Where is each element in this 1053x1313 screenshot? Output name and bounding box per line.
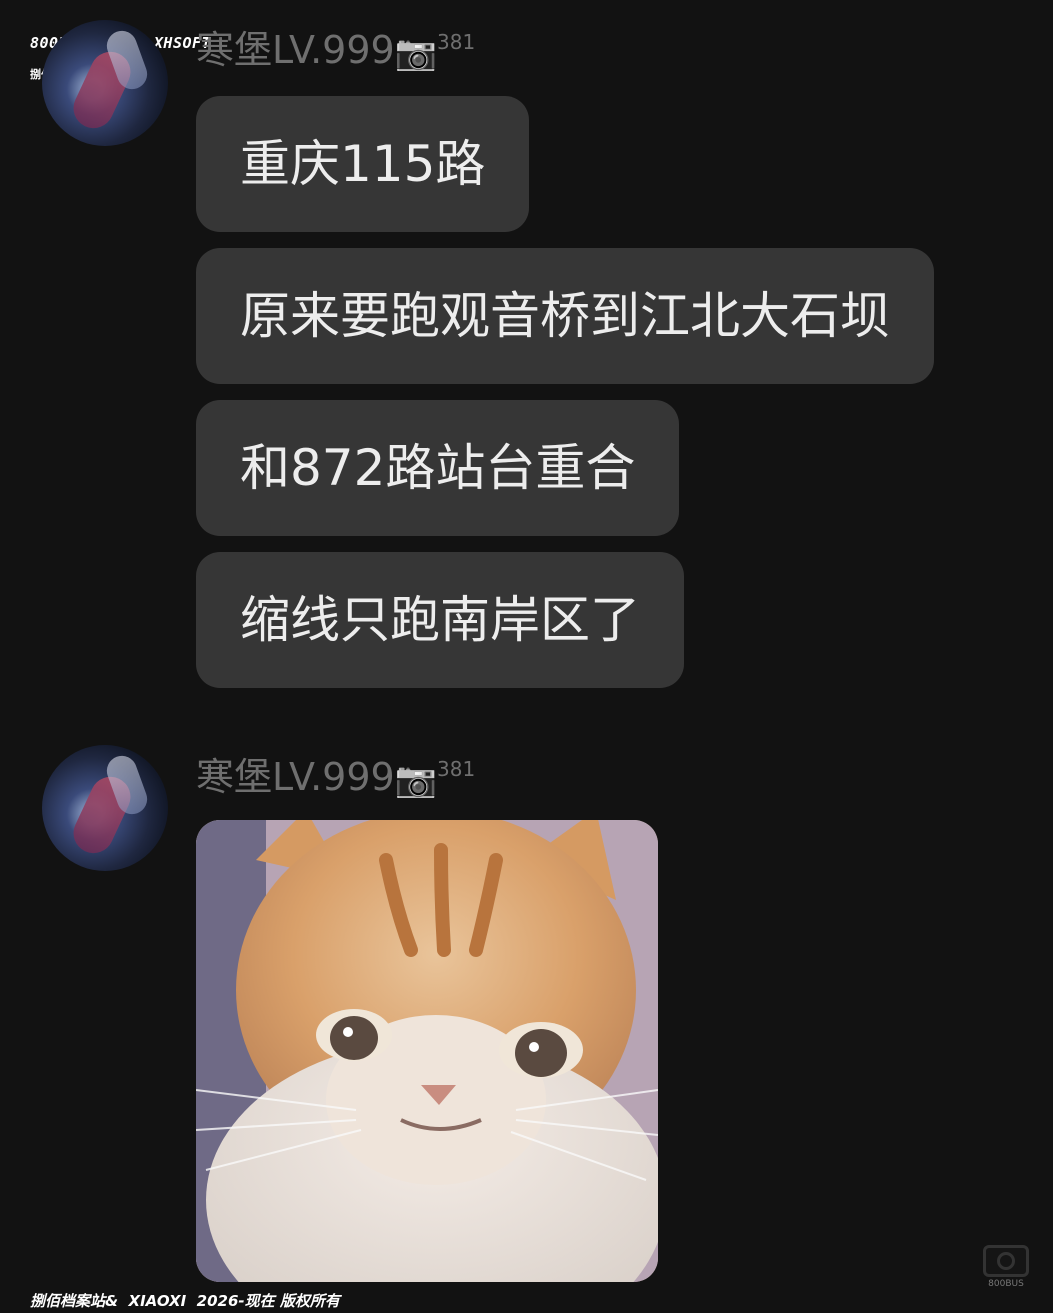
avatar[interactable] <box>42 20 168 146</box>
level-count: 381 <box>437 757 476 781</box>
sender-name[interactable]: 寒堡LV.999📷381 <box>196 755 476 800</box>
message-bubble[interactable]: 和872路站台重合 <box>196 400 680 536</box>
message-text: 重庆115路 <box>240 135 486 193</box>
camera-icon: 📷 <box>394 759 438 800</box>
watermark-copyright: 捌佰档案站& XIAOXI 2026-现在 版权所有 <box>30 1292 340 1310</box>
camera-icon: 📷 <box>394 32 438 73</box>
sender-name-text: 寒堡LV.999 <box>196 28 395 72</box>
watermark-logo-text: 800BUS <box>988 1279 1024 1289</box>
camera-logo-icon <box>983 1245 1029 1277</box>
message-text: 缩线只跑南岸区了 <box>240 591 640 649</box>
message-bubble[interactable]: 重庆115路 <box>196 96 530 232</box>
message-bubble[interactable]: 原来要跑观音桥到江北大石坝 <box>196 248 934 384</box>
avatar[interactable] <box>42 745 168 871</box>
level-count: 381 <box>437 30 476 54</box>
sad-cat-sticker-image[interactable] <box>196 820 658 1282</box>
sender-name[interactable]: 寒堡LV.999📷381 <box>196 28 476 73</box>
message-bubble[interactable]: 缩线只跑南岸区了 <box>196 552 684 688</box>
sender-name-text: 寒堡LV.999 <box>196 755 395 799</box>
message-text: 原来要跑观音桥到江北大石坝 <box>240 287 890 345</box>
watermark-logo: 800BUS <box>978 1245 1034 1293</box>
cat-illustration <box>196 820 658 1282</box>
message-text: 和872路站台重合 <box>240 439 636 497</box>
